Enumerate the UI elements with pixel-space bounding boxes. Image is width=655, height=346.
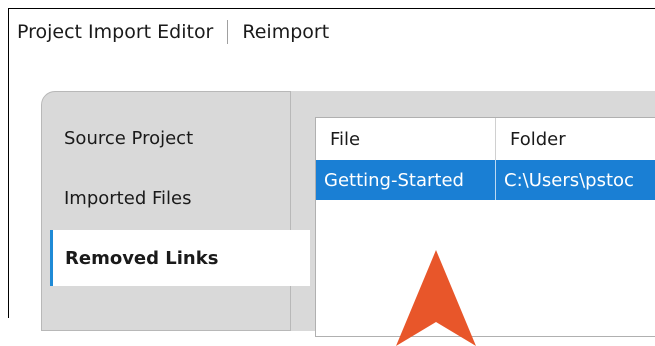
tab-source-project[interactable]: Source Project — [50, 114, 290, 162]
up-arrow-pointer-icon — [396, 250, 476, 346]
window-title: Project Import Editor — [17, 21, 214, 43]
title-separator — [227, 20, 229, 44]
side-tab-panel: Source Project Imported Files Removed Li… — [41, 91, 310, 331]
title-bar: Project Import Editor Reimport — [9, 9, 655, 55]
editor-window: Project Import Editor Reimport Source Pr… — [8, 8, 655, 346]
cell-folder: C:\Users\pstoc — [504, 169, 634, 191]
column-header-file[interactable]: File — [316, 118, 496, 160]
table-row[interactable]: Getting-Started C:\Users\pstoc — [316, 160, 655, 200]
column-header-folder[interactable]: Folder — [496, 118, 655, 160]
tab-removed-links[interactable]: Removed Links — [50, 230, 310, 286]
cell-file: Getting-Started — [316, 160, 496, 200]
tab-imported-files[interactable]: Imported Files — [50, 174, 290, 222]
grid-header: File Folder — [316, 118, 655, 161]
removed-links-grid: File Folder Getting-Started C:\Users\pst… — [315, 117, 655, 346]
content-area: File Folder Getting-Started C:\Users\pst… — [291, 91, 655, 346]
reimport-button[interactable]: Reimport — [242, 21, 329, 43]
